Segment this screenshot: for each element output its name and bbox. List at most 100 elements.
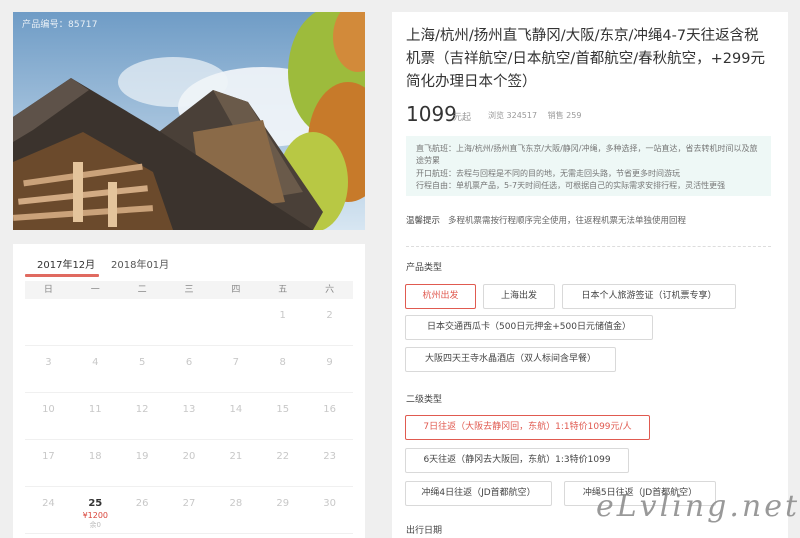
calendar-week-row: 10 11 12 13 14 15 16	[25, 393, 353, 440]
weekday-label: 二	[137, 285, 147, 295]
highlight-line: 行程自由：单机票产品，5-7天时间任选，可根据自己的实际需求安排行程，灵活性更强	[416, 180, 726, 190]
warm-tip: 温馨提示 多程机票需按行程顺序完全使用，往返程机票无法单独使用回程	[406, 214, 686, 226]
calendar-day-number: 17	[42, 451, 55, 462]
departure-calendar: 2017年12月 2018年01月 日 一 二 三 四 五 六 12345678…	[13, 244, 365, 538]
product-number: 产品编号：85717	[22, 20, 98, 30]
calendar-day: 27	[166, 487, 213, 533]
weekday-label: 四	[231, 285, 241, 295]
calendar-day: 8	[259, 346, 306, 392]
calendar-weekday-header: 日 一 二 三 四 五 六	[25, 281, 353, 299]
sub-type-label: 二级类型	[406, 395, 443, 405]
calendar-day-number: 3	[45, 357, 52, 368]
calendar-day-number: 2	[326, 310, 333, 321]
calendar-day-number: 22	[276, 451, 290, 462]
calendar-day: 21	[212, 440, 259, 486]
tab-month-2017-12[interactable]: 2017年12月	[37, 256, 95, 271]
calendar-day-number: 15	[276, 404, 290, 415]
calendar-day: 11	[72, 393, 119, 439]
calendar-day-number: 13	[182, 404, 196, 415]
calendar-day: 13	[166, 393, 213, 439]
calendar-day	[212, 299, 259, 345]
calendar-day-remaining: 余0	[89, 521, 102, 529]
option-suica-card[interactable]: 日本交通西瓜卡（500日元押金+500日元储值金）	[405, 315, 653, 340]
calendar-day-number: 9	[326, 357, 333, 368]
calendar-day	[25, 299, 72, 345]
sales-count: 销售 259	[547, 111, 582, 120]
product-title: 上海/杭州/扬州直飞静冈/大阪/东京/冲绳4-7天往返含税机票（吉祥航空/日本航…	[406, 28, 765, 90]
calendar-day: 1	[259, 299, 306, 345]
product-price: 1099	[406, 102, 457, 126]
option-6day-roundtrip[interactable]: 6天往返（静冈去大阪回，东航）1:3特价1099	[405, 448, 629, 473]
weekday-label: 五	[278, 285, 288, 295]
calendar-day-number: 12	[135, 404, 149, 415]
product-hero-image: 产品编号：85717	[13, 12, 365, 230]
option-osaka-hotel[interactable]: 大阪四天王寺水晶酒店（双人标间含早餐）	[405, 347, 616, 372]
view-count: 浏览 324517	[488, 111, 538, 120]
calendar-day-number: 14	[229, 404, 243, 415]
calendar-day: 15	[259, 393, 306, 439]
calendar-week-row: 3 4 5 6 7 8 9	[25, 346, 353, 393]
calendar-day-number: 10	[42, 404, 55, 415]
calendar-day-number: 8	[279, 357, 286, 368]
calendar-day-number: 30	[323, 498, 336, 509]
calendar-day-price: ¥1200	[82, 511, 109, 520]
calendar-day-available[interactable]: 25 ¥1200 余0	[72, 487, 119, 533]
calendar-day: 12	[119, 393, 166, 439]
calendar-day: 18	[72, 440, 119, 486]
calendar-week-row: 17 18 19 20 21 22 23	[25, 440, 353, 487]
calendar-day-number: 27	[182, 498, 196, 509]
price-unit: 元起	[453, 113, 472, 123]
departure-date-label: 出行日期	[406, 526, 443, 536]
calendar-day-number: 1	[279, 310, 286, 321]
calendar-day	[72, 299, 119, 345]
site-watermark: eLvling.net	[596, 489, 800, 524]
tip-text: 多程机票需按行程顺序完全使用，往返程机票无法单独使用回程	[448, 216, 687, 226]
highlight-line: 开口航班：去程与回程是不同的目的地，无需走回头路，节省更多时间游玩	[416, 168, 680, 178]
product-detail-panel: 上海/杭州/扬州直飞静冈/大阪/东京/冲绳4-7天往返含税机票（吉祥航空/日本航…	[392, 12, 788, 538]
option-japan-visa[interactable]: 日本个人旅游签证（订机票专享）	[562, 284, 736, 309]
calendar-day-number: 28	[229, 498, 243, 509]
calendar-month-tabs: 2017年12月 2018年01月	[13, 244, 365, 278]
temple-roof-photo	[13, 12, 365, 230]
calendar-week-row: 24 25 ¥1200 余0 26 27 28 29 30	[25, 487, 353, 534]
calendar-day-number: 26	[135, 498, 149, 509]
calendar-day: 5	[119, 346, 166, 392]
calendar-day: 22	[259, 440, 306, 486]
calendar-day-number: 4	[92, 357, 99, 368]
option-hangzhou-departure[interactable]: 杭州出发	[405, 284, 476, 309]
calendar-day: 19	[119, 440, 166, 486]
calendar-day-number: 6	[185, 357, 193, 368]
calendar-day: 10	[25, 393, 72, 439]
product-stats: 浏览 324517 销售 259	[488, 110, 589, 121]
option-7day-roundtrip[interactable]: 7日往返（大阪去静冈回，东航）1:1特价1099元/人	[405, 415, 650, 440]
calendar-day: 14	[212, 393, 259, 439]
calendar-day: 26	[119, 487, 166, 533]
calendar-day: 29	[259, 487, 306, 533]
product-highlights-box: 直飞航班：上海/杭州/扬州直飞东京/大阪/静冈/冲绳，多种选择，一站直达，省去转…	[406, 136, 771, 196]
calendar-day-number: 7	[232, 357, 240, 368]
calendar-day-number: 25	[88, 498, 103, 509]
calendar-day-number: 16	[323, 404, 336, 415]
calendar-day-number: 5	[138, 357, 146, 368]
option-okinawa-4day[interactable]: 冲绳4日往返（JD首都航空）	[405, 481, 552, 506]
calendar-day: 2	[306, 299, 353, 345]
tip-label: 温馨提示	[406, 216, 441, 226]
section-divider	[406, 246, 771, 247]
calendar-day: 16	[306, 393, 353, 439]
calendar-day: 28	[212, 487, 259, 533]
weekday-label: 六	[325, 285, 335, 295]
calendar-day	[119, 299, 166, 345]
calendar-grid: 1 2 3 4 5 6 7 8 9 10 11 12 13 14 15 16 17 18 19 20 21 22 23 24 2…	[25, 299, 353, 534]
active-tab-indicator	[25, 274, 99, 277]
calendar-day: 24	[25, 487, 72, 533]
calendar-day: 30	[306, 487, 353, 533]
calendar-day: 7	[212, 346, 259, 392]
option-shanghai-departure[interactable]: 上海出发	[483, 284, 555, 309]
calendar-day: 9	[306, 346, 353, 392]
calendar-day	[166, 299, 213, 345]
calendar-day: 3	[25, 346, 72, 392]
weekday-label: 一	[90, 285, 100, 295]
calendar-day: 4	[72, 346, 119, 392]
calendar-day-number: 19	[135, 451, 149, 462]
tab-month-2018-01[interactable]: 2018年01月	[111, 256, 169, 271]
